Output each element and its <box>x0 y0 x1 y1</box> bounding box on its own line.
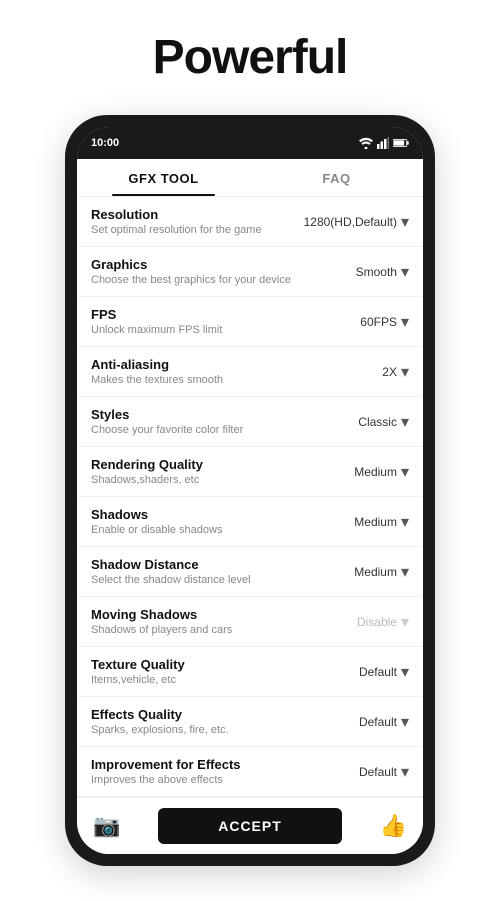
phone-frame: 10:00 <box>65 115 435 866</box>
setting-desc-resolution: Set optimal resolution for the game <box>91 224 304 236</box>
setting-row-graphics[interactable]: Graphics Choose the best graphics for you… <box>77 247 423 297</box>
phone-screen: 10:00 <box>77 127 423 854</box>
bottom-bar: 📷 ACCEPT 👍 <box>77 797 423 854</box>
setting-title-anti-aliasing: Anti-aliasing <box>91 357 329 372</box>
setting-value-effects-quality: Default <box>359 715 397 729</box>
setting-row-rendering-quality[interactable]: Rendering Quality Shadows,shaders, etc Med… <box>77 447 423 497</box>
setting-desc-graphics: Choose the best graphics for your device <box>91 274 329 286</box>
status-icons <box>359 137 409 149</box>
setting-row-effects-quality[interactable]: Effects Quality Sparks, explosions, fire,… <box>77 697 423 747</box>
wifi-icon <box>359 137 373 149</box>
setting-title-improvement-effects: Improvement for Effects <box>91 757 329 772</box>
setting-value-improvement-effects: Default <box>359 765 397 779</box>
dropdown-arrow-shadow-distance[interactable]: ▾ <box>401 562 409 582</box>
dropdown-arrow-fps[interactable]: ▾ <box>401 312 409 332</box>
setting-title-effects-quality: Effects Quality <box>91 707 329 722</box>
dropdown-arrow-moving-shadows[interactable]: ▾ <box>401 612 409 632</box>
setting-value-shadow-distance: Medium <box>354 565 397 579</box>
dropdown-arrow-rendering-quality[interactable]: ▾ <box>401 462 409 482</box>
setting-desc-texture-quality: Items,vehicle, etc <box>91 674 329 686</box>
setting-value-resolution: 1280(HD,Default) <box>304 215 397 229</box>
setting-title-moving-shadows: Moving Shadows <box>91 607 329 622</box>
setting-title-styles: Styles <box>91 407 329 422</box>
setting-desc-rendering-quality: Shadows,shaders, etc <box>91 474 329 486</box>
setting-title-fps: FPS <box>91 307 329 322</box>
battery-icon <box>393 138 409 148</box>
status-bar: 10:00 <box>77 127 423 159</box>
dropdown-arrow-improvement-effects[interactable]: ▾ <box>401 762 409 782</box>
setting-row-texture-quality[interactable]: Texture Quality Items,vehicle, etc Default… <box>77 647 423 697</box>
setting-desc-effects-quality: Sparks, explosions, fire, etc. <box>91 724 329 736</box>
setting-desc-shadow-distance: Select the shadow distance level <box>91 574 329 586</box>
setting-desc-fps: Unlock maximum FPS limit <box>91 324 329 336</box>
setting-value-fps: 60FPS <box>360 315 397 329</box>
setting-title-shadows: Shadows <box>91 507 329 522</box>
setting-desc-improvement-effects: Improves the above effects <box>91 774 329 786</box>
setting-row-resolution[interactable]: Resolution Set optimal resolution for the… <box>77 197 423 247</box>
setting-value-texture-quality: Default <box>359 665 397 679</box>
setting-desc-anti-aliasing: Makes the textures smooth <box>91 374 329 386</box>
setting-row-fps[interactable]: FPS Unlock maximum FPS limit 60FPS ▾ <box>77 297 423 347</box>
setting-row-styles[interactable]: Styles Choose your favorite color filter C… <box>77 397 423 447</box>
setting-value-styles: Classic <box>358 415 397 429</box>
setting-title-resolution: Resolution <box>91 207 304 222</box>
tab-gfx-tool[interactable]: GFX TOOL <box>77 159 250 196</box>
signal-icon <box>377 137 389 149</box>
setting-title-shadow-distance: Shadow Distance <box>91 557 329 572</box>
setting-row-anti-aliasing[interactable]: Anti-aliasing Makes the textures smooth 2X… <box>77 347 423 397</box>
setting-row-shadow-distance[interactable]: Shadow Distance Select the shadow distanc… <box>77 547 423 597</box>
setting-value-moving-shadows: Disable <box>357 615 397 629</box>
dropdown-arrow-shadows[interactable]: ▾ <box>401 512 409 532</box>
setting-value-rendering-quality: Medium <box>354 465 397 479</box>
setting-value-shadows: Medium <box>354 515 397 529</box>
dropdown-arrow-styles[interactable]: ▾ <box>401 412 409 432</box>
notch <box>220 127 280 149</box>
dropdown-arrow-anti-aliasing[interactable]: ▾ <box>401 362 409 382</box>
setting-row-improvement-effects[interactable]: Improvement for Effects Improves the abov… <box>77 747 423 797</box>
setting-title-graphics: Graphics <box>91 257 329 272</box>
setting-title-texture-quality: Texture Quality <box>91 657 329 672</box>
page-title: Powerful <box>153 30 348 85</box>
tabs-row: GFX TOOL FAQ <box>77 159 423 197</box>
setting-desc-styles: Choose your favorite color filter <box>91 424 329 436</box>
setting-row-shadows[interactable]: Shadows Enable or disable shadows Medium ▾ <box>77 497 423 547</box>
instagram-icon[interactable]: 📷 <box>93 813 120 839</box>
settings-list: Resolution Set optimal resolution for the… <box>77 197 423 797</box>
dropdown-arrow-graphics[interactable]: ▾ <box>401 262 409 282</box>
dropdown-arrow-texture-quality[interactable]: ▾ <box>401 662 409 682</box>
accept-button[interactable]: ACCEPT <box>158 808 342 844</box>
dropdown-arrow-effects-quality[interactable]: ▾ <box>401 712 409 732</box>
dropdown-arrow-resolution[interactable]: ▾ <box>401 212 409 232</box>
setting-title-rendering-quality: Rendering Quality <box>91 457 329 472</box>
setting-row-moving-shadows[interactable]: Moving Shadows Shadows of players and car… <box>77 597 423 647</box>
setting-value-anti-aliasing: 2X <box>382 365 397 379</box>
tab-faq[interactable]: FAQ <box>250 159 423 196</box>
setting-desc-shadows: Enable or disable shadows <box>91 524 329 536</box>
setting-desc-moving-shadows: Shadows of players and cars <box>91 624 329 636</box>
status-time: 10:00 <box>91 137 119 149</box>
thumbs-up-icon[interactable]: 👍 <box>380 813 407 839</box>
setting-value-graphics: Smooth <box>356 265 397 279</box>
